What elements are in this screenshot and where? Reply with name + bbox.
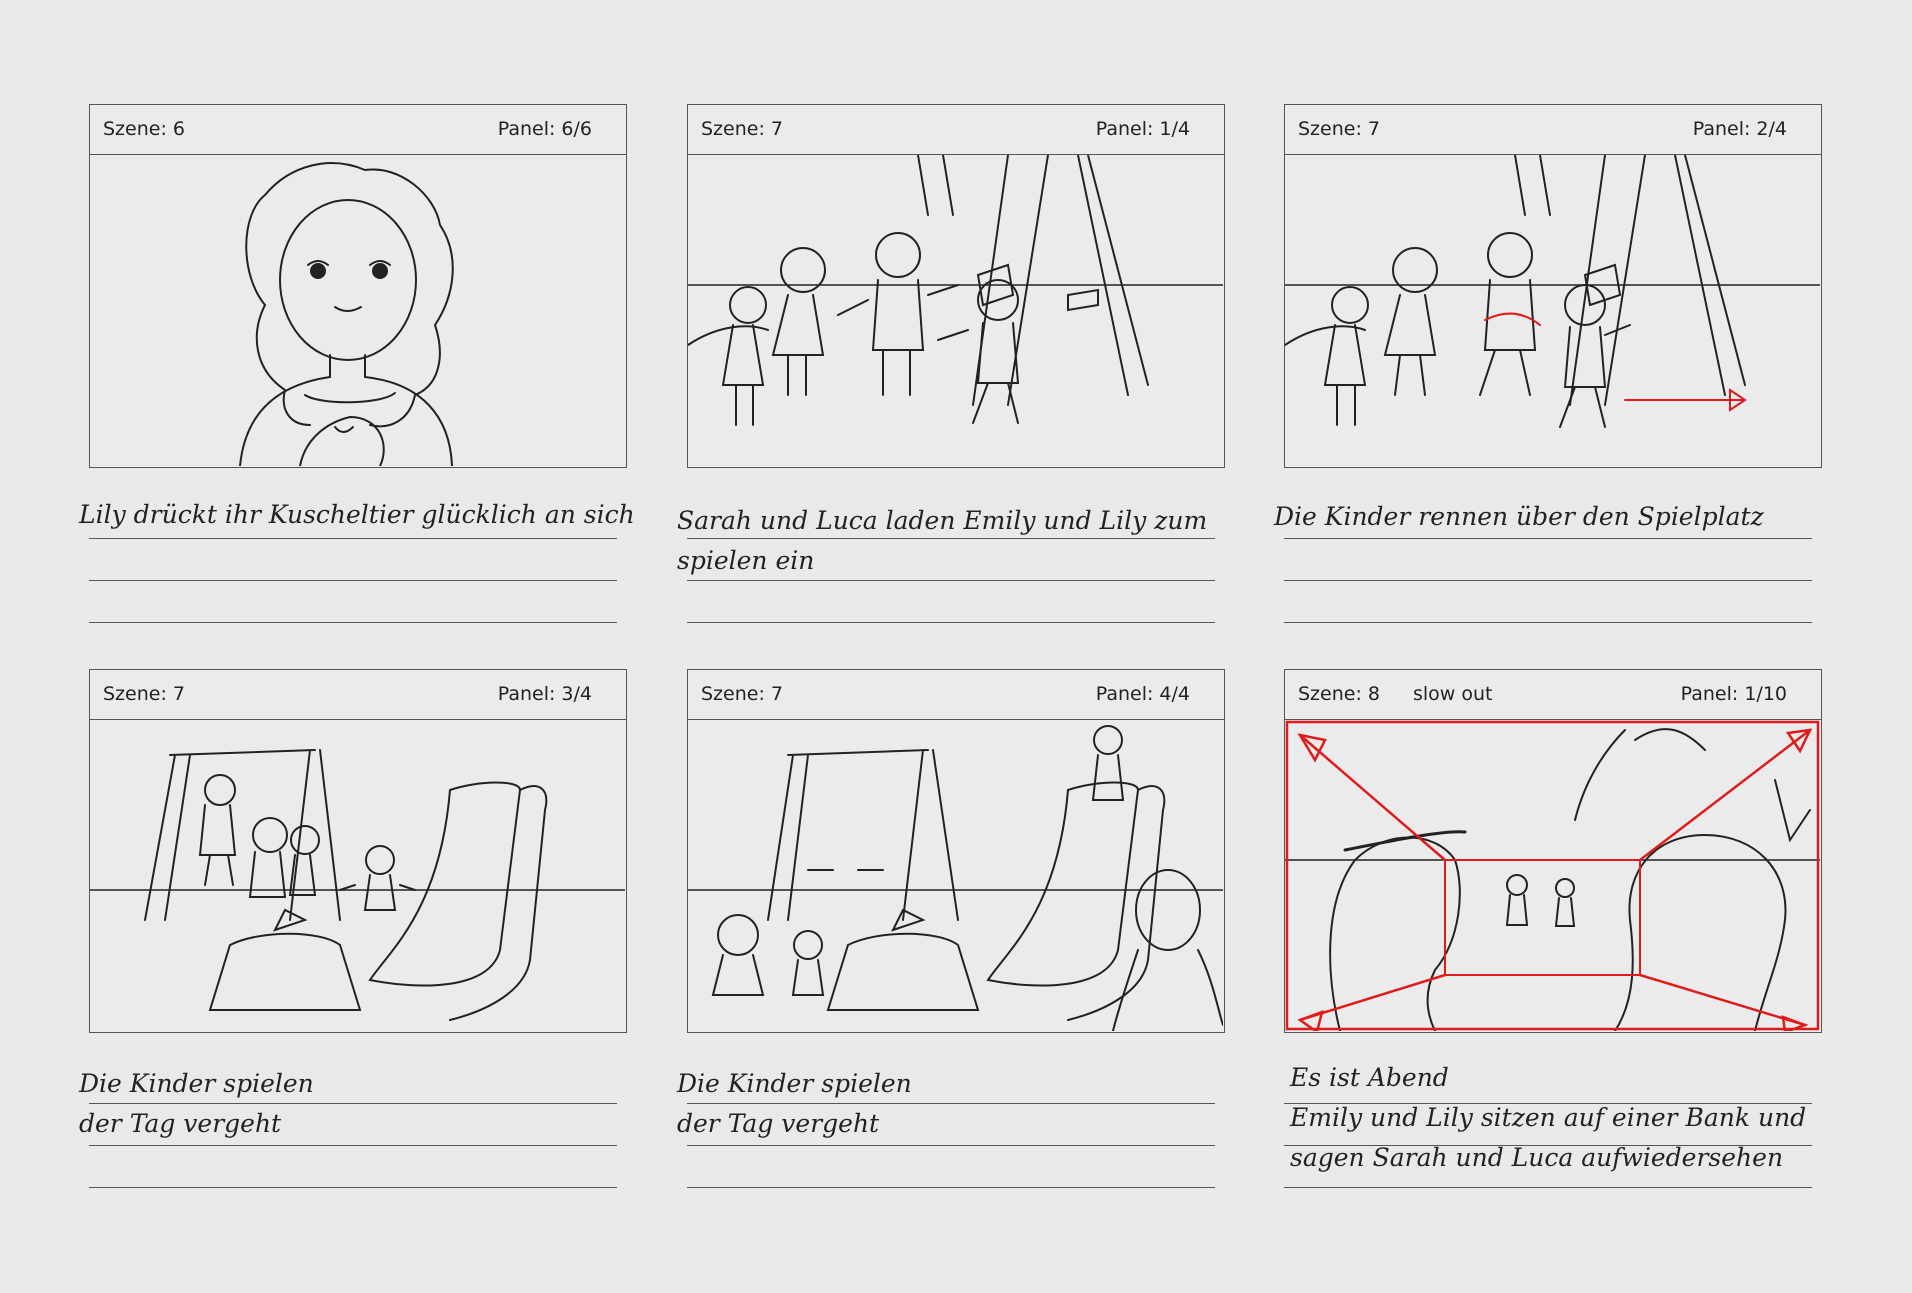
caption-line: der Tag vergeht [79, 1109, 282, 1138]
panel-header: Szene: 7 Panel: 4/4 [688, 670, 1224, 720]
caption-area-5: Die Kinder spielen der Tag vergeht [677, 1061, 1215, 1191]
panel-drawing-four-children [688, 155, 1223, 466]
caption-line: Lily drückt ihr Kuscheltier glücklich an… [79, 500, 635, 529]
caption-line: Es ist Abend [1290, 1063, 1449, 1092]
storyboard-panel-1: Szene: 6 Panel: 6/6 [89, 104, 627, 468]
caption-line: sagen Sarah und Luca aufwiedersehen [1290, 1143, 1784, 1172]
caption-area-3: Die Kinder rennen über den Spielplatz [1274, 496, 1812, 626]
panel-drawing-evening-bench [1285, 720, 1820, 1031]
caption-line: spielen ein [677, 546, 815, 575]
panel-header: Szene: 6 Panel: 6/6 [90, 105, 626, 155]
caption-area-2: Sarah und Luca laden Emily und Lily zum … [677, 496, 1215, 626]
storyboard-panel-2: Szene: 7 Panel: 1/4 [687, 104, 1225, 468]
panel-drawing-playground-swings [90, 720, 625, 1031]
panel-number: Panel: 1/4 [1095, 118, 1190, 140]
scene-label: Szene: 6 [103, 118, 185, 140]
caption-line: Die Kinder spielen [79, 1069, 314, 1098]
camera-note: slow out [1413, 683, 1493, 705]
scene-label: Szene: 7 [1298, 118, 1380, 140]
caption-area-6: Es ist Abend Emily und Lily sitzen auf e… [1274, 1061, 1812, 1191]
scene-label: Szene: 7 [103, 683, 185, 705]
panel-drawing-girl-closeup [90, 155, 625, 466]
panel-number: Panel: 4/4 [1095, 683, 1190, 705]
caption-line: Emily und Lily sitzen auf einer Bank und [1290, 1103, 1807, 1132]
panel-header: Szene: 7 Panel: 2/4 [1285, 105, 1821, 155]
caption-area-4: Die Kinder spielen der Tag vergeht [79, 1061, 617, 1191]
caption-line: Sarah und Luca laden Emily und Lily zum [677, 506, 1208, 535]
caption-line: Die Kinder spielen [677, 1069, 912, 1098]
storyboard-panel-3: Szene: 7 Panel: 2/4 [1284, 104, 1822, 468]
caption-line: der Tag vergeht [677, 1109, 880, 1138]
panel-drawing-children-running [1285, 155, 1820, 466]
panel-header: Szene: 7 Panel: 1/4 [688, 105, 1224, 155]
panel-number: Panel: 1/10 [1680, 683, 1787, 705]
scene-label: Szene: 7 [701, 683, 783, 705]
caption-line: Die Kinder rennen über den Spielplatz [1274, 502, 1764, 531]
storyboard-sheet: Szene: 6 Panel: 6/6 Lily drückt ihr Kusc… [0, 0, 1912, 1293]
panel-drawing-playground-slide [688, 720, 1223, 1031]
panel-header: Szene: 8 slow out Panel: 1/10 [1285, 670, 1821, 720]
storyboard-panel-5: Szene: 7 Panel: 4/4 [687, 669, 1225, 1033]
scene-label: Szene: 8 [1298, 683, 1380, 705]
caption-area-1: Lily drückt ihr Kuscheltier glücklich an… [79, 496, 635, 626]
panel-number: Panel: 6/6 [497, 118, 592, 140]
storyboard-panel-4: Szene: 7 Panel: 3/4 [89, 669, 627, 1033]
panel-number: Panel: 2/4 [1692, 118, 1787, 140]
panel-number: Panel: 3/4 [497, 683, 592, 705]
storyboard-panel-6: Szene: 8 slow out Panel: 1/10 [1284, 669, 1822, 1033]
scene-label: Szene: 7 [701, 118, 783, 140]
panel-header: Szene: 7 Panel: 3/4 [90, 670, 626, 720]
